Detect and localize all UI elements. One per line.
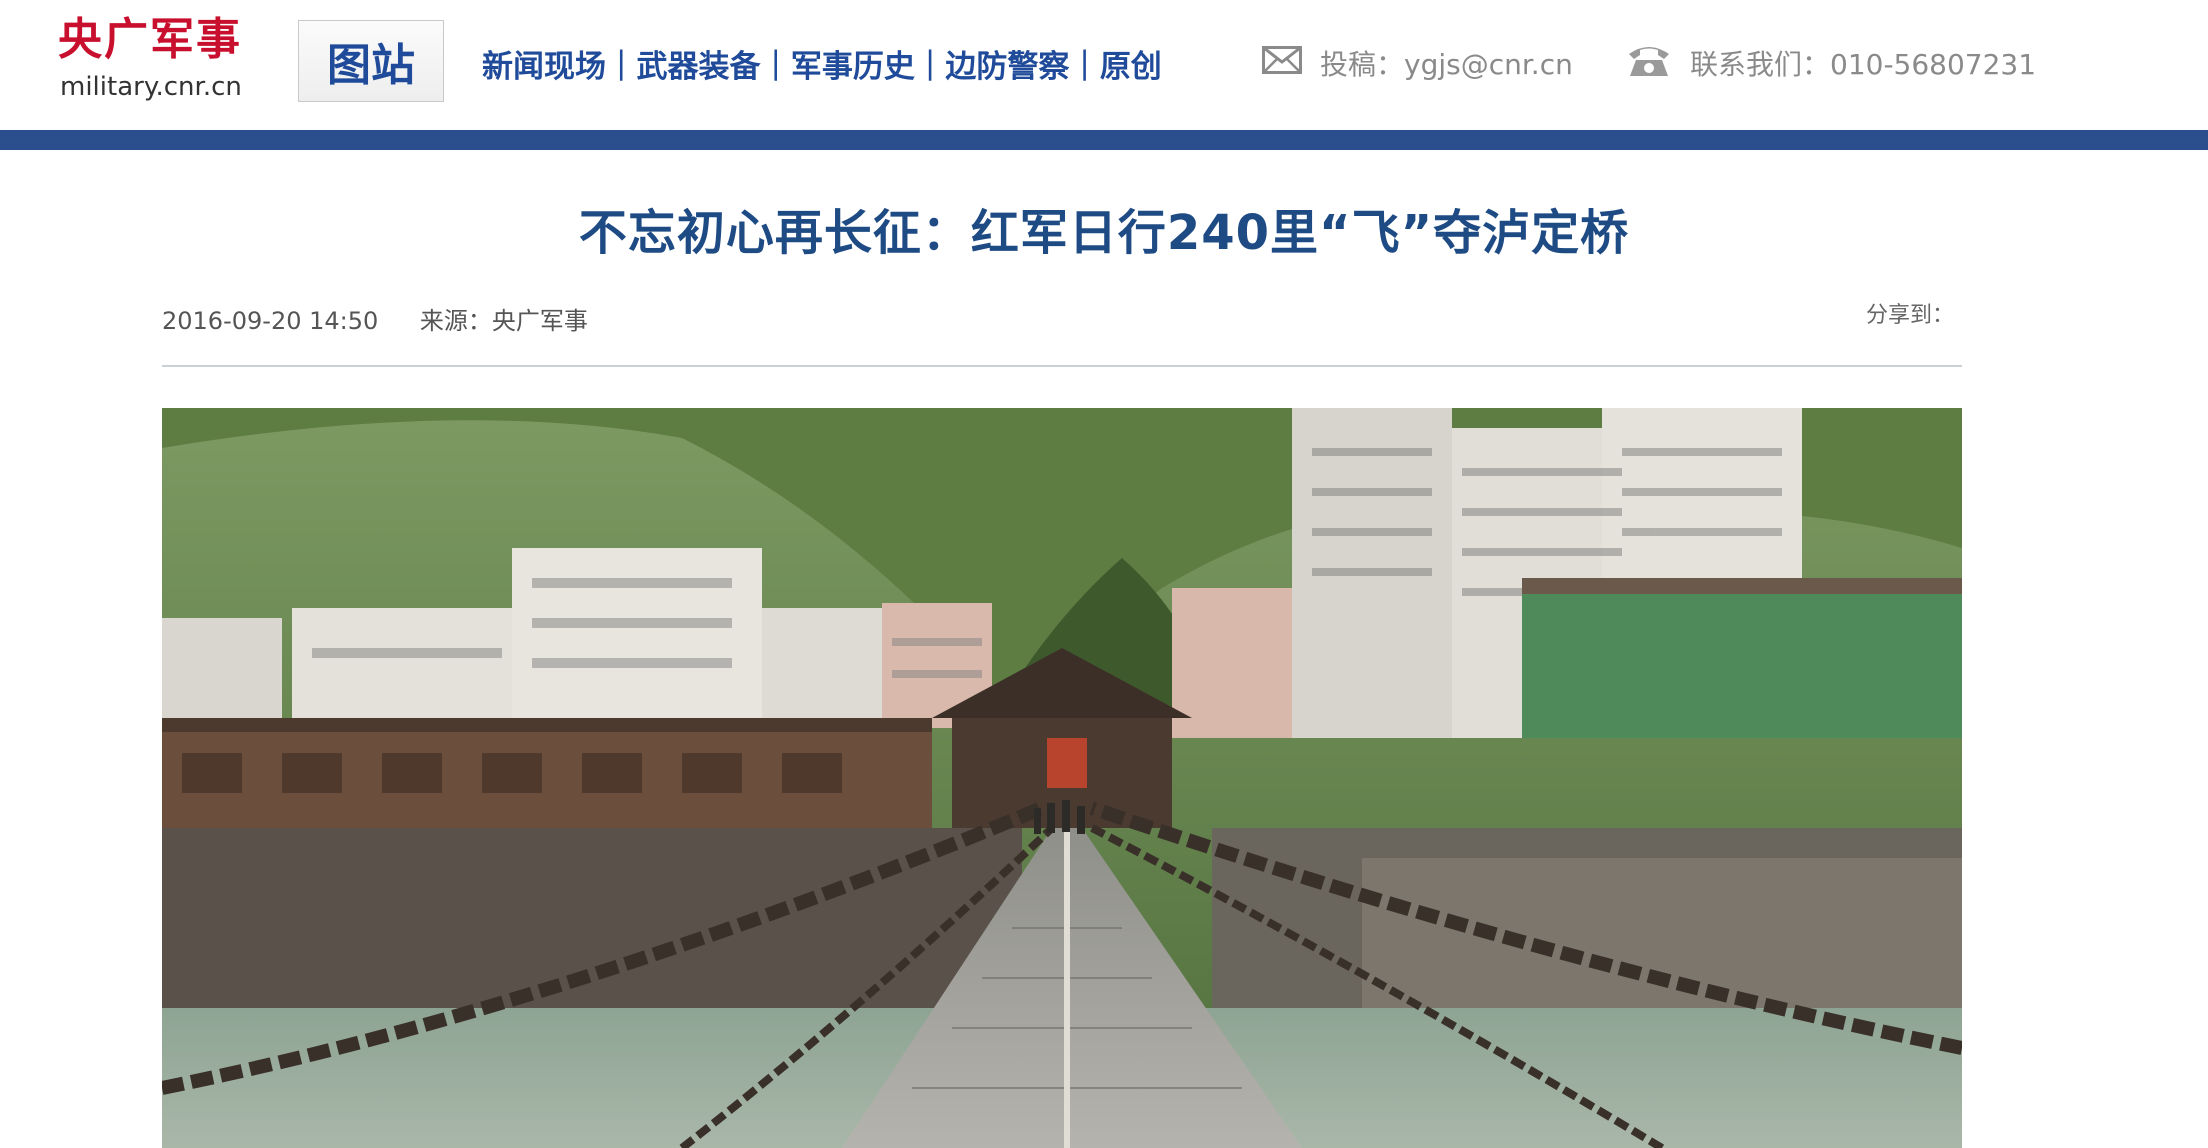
nav-item-border-police[interactable]: 边防警察: [945, 41, 1069, 86]
site-logo[interactable]: 央广军事 military.cnr.cn: [58, 14, 258, 104]
logo-domain-text: military.cnr.cn: [60, 72, 242, 102]
meta-divider: [162, 365, 1962, 367]
nav-separator: |: [770, 45, 781, 81]
envelope-icon: [1262, 45, 1302, 81]
nav-item-weapons[interactable]: 武器装备: [636, 41, 760, 86]
phone-contact: 联系我们：010-56807231: [1626, 40, 2036, 86]
main-nav: 新闻现场 | 武器装备 | 军事历史 | 边防警察 | 原创: [482, 40, 1162, 86]
header-blue-bar: [0, 130, 2208, 150]
contact-phone-text: 联系我们：010-56807231: [1690, 48, 2037, 81]
tuzhan-button[interactable]: 图站: [298, 20, 444, 102]
luding-bridge-photo: [162, 408, 1962, 1148]
submit-contact[interactable]: 投稿：ygjs@cnr.cn: [1262, 40, 1573, 86]
article-date: 2016-09-20 14:50: [162, 307, 379, 335]
article-meta: 2016-09-20 14:50 来源：央广军事: [162, 304, 588, 338]
share-label: 分享到：: [1866, 303, 1955, 328]
nav-separator: |: [924, 45, 936, 81]
nav-item-original[interactable]: 原创: [1100, 41, 1162, 86]
article-title: 不忘初心再长征：红军日行240里“飞”夺泸定桥: [578, 205, 1630, 261]
site-header: 央广军事 military.cnr.cn 图站 新闻现场 | 武器装备 | 军事…: [0, 0, 2208, 130]
nav-item-history[interactable]: 军事历史: [791, 41, 915, 86]
telephone-icon: [1626, 42, 1672, 85]
submit-email-text: 投稿：ygjs@cnr.cn: [1320, 48, 1573, 81]
nav-separator: |: [1079, 45, 1090, 81]
article-source: 来源：央广军事: [419, 307, 588, 335]
logo-chinese-text: 央广军事: [58, 14, 242, 65]
nav-separator: |: [616, 45, 627, 81]
article-photo: [162, 408, 1962, 1148]
nav-item-news[interactable]: 新闻现场: [482, 41, 606, 86]
